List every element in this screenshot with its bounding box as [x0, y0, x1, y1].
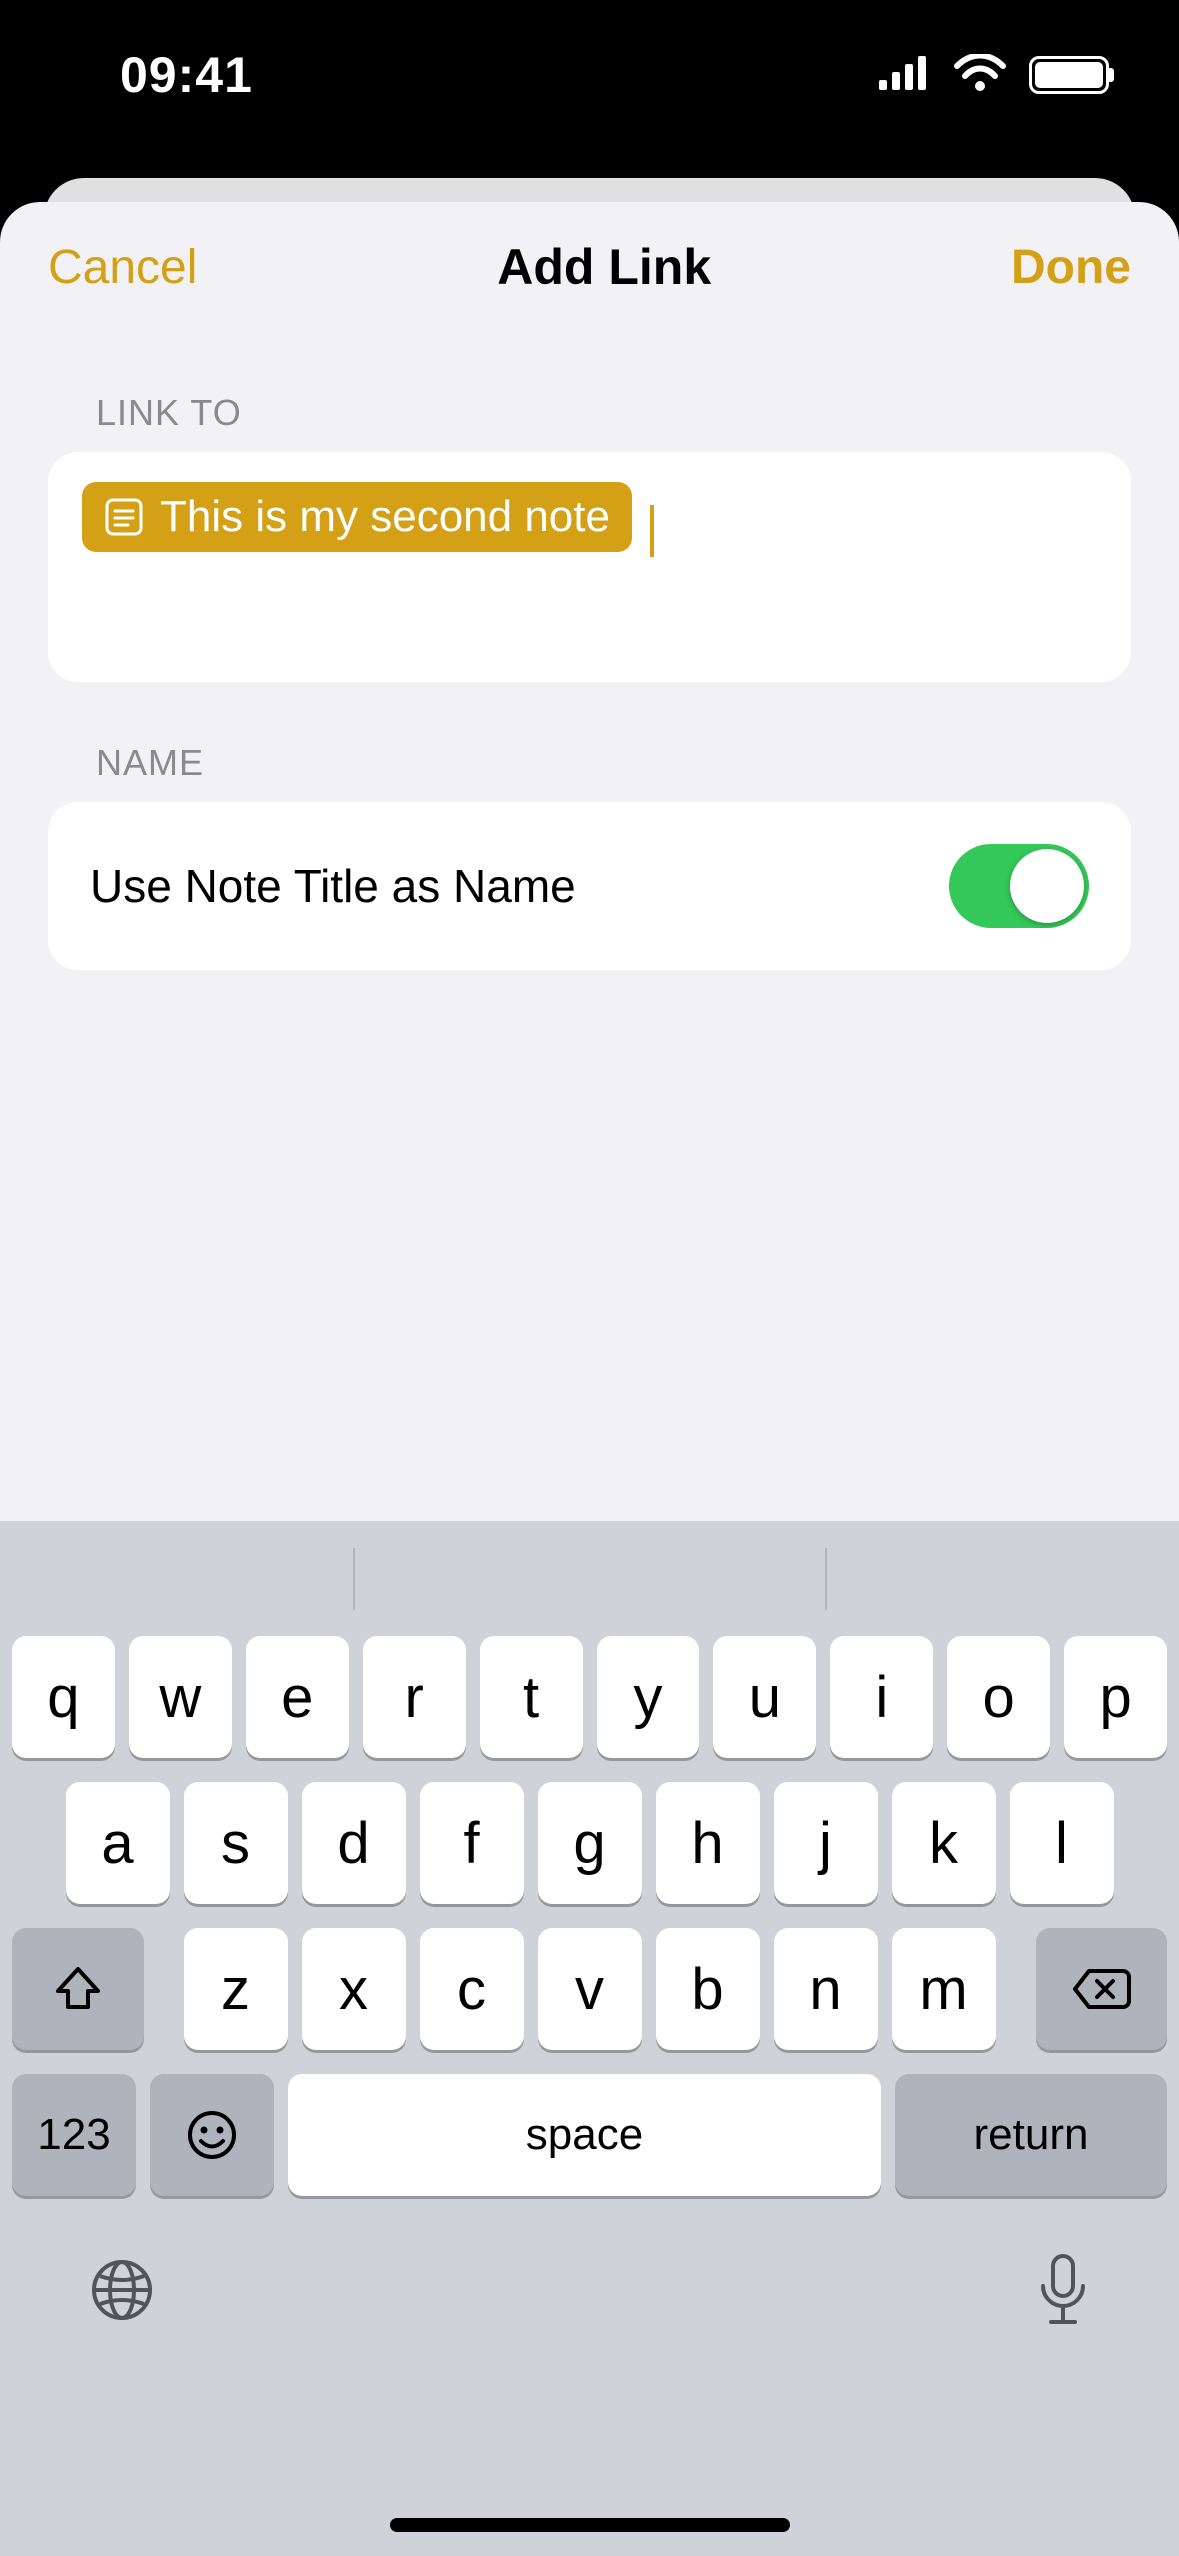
key-w[interactable]: w — [129, 1636, 232, 1758]
backspace-icon — [1071, 1967, 1131, 2011]
key-m[interactable]: m — [892, 1928, 996, 2050]
key-k[interactable]: k — [892, 1782, 996, 1904]
key-o[interactable]: o — [947, 1636, 1050, 1758]
key-p[interactable]: p — [1064, 1636, 1167, 1758]
key-z[interactable]: z — [184, 1928, 288, 2050]
link-to-header: LINK TO — [96, 392, 1131, 434]
home-indicator[interactable] — [390, 2518, 790, 2532]
linked-note-label: This is my second note — [160, 492, 610, 542]
key-j[interactable]: j — [774, 1782, 878, 1904]
text-cursor — [650, 505, 654, 557]
key-v[interactable]: v — [538, 1928, 642, 2050]
globe-icon — [86, 2254, 158, 2326]
note-icon — [104, 497, 144, 537]
cancel-button[interactable]: Cancel — [48, 240, 197, 295]
keyboard-row-4: 123 space return — [0, 2074, 1179, 2196]
predictive-bar[interactable] — [0, 1521, 1179, 1636]
key-g[interactable]: g — [538, 1782, 642, 1904]
keyboard-row-3: z x c v b n m — [0, 1928, 1179, 2050]
key-n[interactable]: n — [774, 1928, 878, 2050]
key-i[interactable]: i — [830, 1636, 933, 1758]
dictation-button[interactable] — [1033, 2250, 1093, 2335]
key-r[interactable]: r — [363, 1636, 466, 1758]
name-card: Use Note Title as Name — [48, 802, 1131, 970]
key-h[interactable]: h — [656, 1782, 760, 1904]
globe-button[interactable] — [86, 2254, 158, 2331]
name-header: NAME — [96, 742, 1131, 784]
linked-note-chip[interactable]: This is my second note — [82, 482, 632, 552]
key-a[interactable]: a — [66, 1782, 170, 1904]
key-l[interactable]: l — [1010, 1782, 1114, 1904]
done-button[interactable]: Done — [1011, 240, 1131, 295]
key-d[interactable]: d — [302, 1782, 406, 1904]
name-section: NAME Use Note Title as Name — [0, 742, 1179, 970]
status-time: 09:41 — [120, 46, 253, 104]
battery-icon — [1029, 56, 1109, 94]
key-t[interactable]: t — [480, 1636, 583, 1758]
key-shift[interactable] — [12, 1928, 144, 2050]
use-title-label: Use Note Title as Name — [90, 859, 576, 913]
key-y[interactable]: y — [597, 1636, 700, 1758]
key-return[interactable]: return — [895, 2074, 1167, 2196]
key-x[interactable]: x — [302, 1928, 406, 2050]
key-u[interactable]: u — [713, 1636, 816, 1758]
key-space[interactable]: space — [288, 2074, 881, 2196]
link-to-input[interactable]: This is my second note — [48, 452, 1131, 682]
keyboard-row-2: a s d f g h j k l — [0, 1782, 1179, 1904]
microphone-icon — [1033, 2250, 1093, 2330]
modal-sheet: Cancel Add Link Done LINK TO This is my … — [0, 202, 1179, 2556]
key-emoji[interactable] — [150, 2074, 274, 2196]
key-c[interactable]: c — [420, 1928, 524, 2050]
key-numbers[interactable]: 123 — [12, 2074, 136, 2196]
use-title-toggle[interactable] — [949, 844, 1089, 928]
nav-bar: Cancel Add Link Done — [0, 202, 1179, 332]
keyboard-row-1: q w e r t y u i o p — [0, 1636, 1179, 1758]
shift-icon — [52, 1963, 104, 2015]
status-bar: 09:41 — [0, 0, 1179, 150]
key-e[interactable]: e — [246, 1636, 349, 1758]
cellular-signal-icon — [879, 56, 931, 95]
key-q[interactable]: q — [12, 1636, 115, 1758]
emoji-icon — [185, 2108, 239, 2162]
keyboard: q w e r t y u i o p a s d f g h j k l — [0, 1521, 1179, 2556]
key-backspace[interactable] — [1036, 1928, 1168, 2050]
keyboard-bottom-bar — [0, 2220, 1179, 2335]
wifi-icon — [953, 54, 1007, 97]
key-b[interactable]: b — [656, 1928, 760, 2050]
link-to-section: LINK TO This is my second note — [0, 392, 1179, 682]
key-s[interactable]: s — [184, 1782, 288, 1904]
status-indicators — [879, 54, 1109, 97]
key-f[interactable]: f — [420, 1782, 524, 1904]
modal-title: Add Link — [497, 238, 711, 296]
